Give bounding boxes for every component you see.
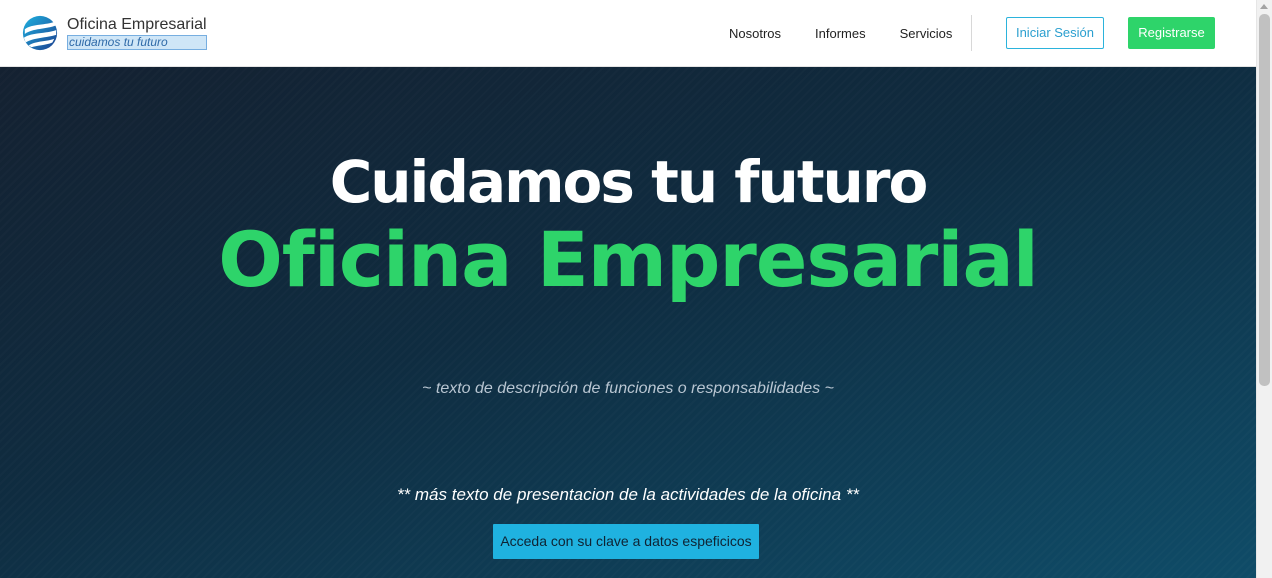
hero-description: ~ texto de descripción de funciones o re… <box>422 380 834 397</box>
nav-link-servicios[interactable]: Servicios <box>900 24 953 44</box>
page: Oficina Empresarial cuidamos tu futuro N… <box>0 0 1272 578</box>
brand-text: Oficina Empresarial cuidamos tu futuro <box>67 16 207 50</box>
hero-section: Cuidamos tu futuro Oficina Empresarial ~… <box>0 67 1256 578</box>
navbar: Oficina Empresarial cuidamos tu futuro N… <box>0 0 1256 67</box>
brand[interactable]: Oficina Empresarial cuidamos tu futuro <box>21 13 207 53</box>
register-button[interactable]: Registrarse <box>1128 17 1215 49</box>
access-data-button[interactable]: Acceda con su clave a datos espeficicos <box>493 524 759 559</box>
hero-subtitle: Oficina Empresarial <box>218 215 1039 304</box>
scroll-up-arrow-icon[interactable] <box>1260 4 1268 9</box>
brand-title: Oficina Empresarial <box>67 16 207 33</box>
hero-title: Cuidamos tu futuro <box>329 148 929 216</box>
globe-swirl-logo-icon <box>22 15 58 51</box>
hero-more-text: ** más texto de presentacion de la activ… <box>396 485 860 504</box>
vertical-scrollbar[interactable] <box>1256 0 1272 578</box>
brand-subtitle: cuidamos tu futuro <box>67 35 207 50</box>
nav-divider <box>971 15 972 51</box>
scrollbar-thumb[interactable] <box>1259 14 1270 386</box>
login-button[interactable]: Iniciar Sesión <box>1006 17 1104 49</box>
nav-links: Nosotros Informes Servicios <box>712 24 969 44</box>
nav-link-nosotros[interactable]: Nosotros <box>729 24 781 44</box>
nav-link-informes[interactable]: Informes <box>815 24 866 44</box>
